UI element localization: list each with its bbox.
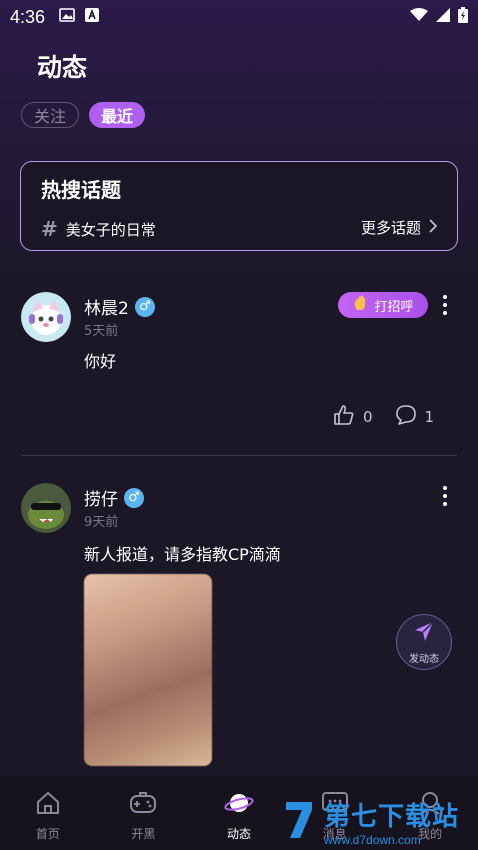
image-icon — [59, 7, 75, 27]
like-button[interactable]: 0 — [333, 404, 373, 430]
header-gradient — [0, 0, 478, 300]
nav-home[interactable]: 首页 — [13, 790, 83, 842]
wave-hand-icon — [352, 294, 370, 316]
watermark-logo-icon — [282, 798, 318, 846]
signal-icon — [436, 7, 450, 27]
nav-label: 首页 — [35, 827, 60, 841]
planet-icon — [224, 790, 254, 819]
post-image[interactable] — [84, 574, 212, 766]
status-time: 4:36 — [10, 6, 46, 27]
tab-following[interactable]: 关注 — [21, 102, 80, 128]
male-gender-icon: ♂ — [124, 487, 144, 508]
post-time: 5天前 — [84, 324, 119, 339]
like-count: 0 — [363, 408, 373, 426]
more-topics-link[interactable]: 更多话题 — [360, 217, 438, 238]
more-options-icon[interactable] — [438, 486, 452, 506]
hashtag-icon: # — [41, 217, 58, 241]
hot-topic-item[interactable]: # 美女子的日常 — [41, 217, 156, 241]
nav-label: 开黑 — [131, 827, 156, 841]
nav-gaming[interactable]: 开黑 — [108, 790, 178, 842]
comment-count: 1 — [424, 408, 435, 426]
battery-icon — [458, 6, 468, 28]
avatar[interactable] — [21, 483, 71, 533]
post-text: 你好 — [84, 352, 117, 371]
fab-label: 发动态 — [409, 654, 439, 665]
username-text: 捞仔 — [84, 490, 118, 510]
gamepad-icon — [129, 790, 157, 819]
wifi-icon — [410, 7, 428, 27]
post-time: 9天前 — [84, 515, 119, 530]
comment-icon — [395, 404, 417, 430]
divider — [21, 455, 457, 456]
hot-topics-title: 热搜话题 — [41, 178, 121, 202]
greet-button[interactable]: 打招呼 — [338, 292, 428, 318]
post-item: 林晨2 ♂ 5天前 打招呼 你好 0 1 — [0, 290, 478, 460]
watermark-title: 第七下载站 — [324, 802, 460, 832]
post-username[interactable]: 捞仔 ♂ — [84, 485, 144, 510]
male-gender-icon: ♂ — [134, 296, 155, 317]
hot-topic-label: 美女子的日常 — [65, 220, 156, 239]
watermark: 第七下载站 www.d7down.com — [282, 796, 459, 847]
tab-recent[interactable]: 最近 — [89, 102, 146, 128]
post-dynamic-button[interactable]: 发动态 — [396, 614, 452, 670]
post-username[interactable]: 林晨2 ♂ — [84, 294, 155, 319]
more-topics-label: 更多话题 — [360, 219, 421, 237]
thumbs-up-icon — [333, 404, 355, 430]
page-title: 动态 — [37, 53, 88, 82]
nav-label: 动态 — [226, 827, 251, 841]
watermark-url: www.d7down.com — [324, 833, 421, 847]
username-text: 林晨2 — [84, 299, 129, 319]
feed-tabs: 关注 最近 — [21, 102, 146, 128]
more-options-icon[interactable] — [438, 295, 452, 315]
home-icon — [35, 790, 61, 819]
avatar[interactable] — [21, 292, 71, 342]
greet-label: 打招呼 — [374, 299, 414, 315]
chevron-right-icon — [429, 218, 438, 237]
status-bar: 4:36 — [0, 0, 478, 34]
send-icon — [411, 619, 437, 648]
post-text: 新人报道，请多指教CP滴滴 — [84, 545, 281, 564]
comment-button[interactable]: 1 — [395, 404, 435, 430]
post-actions: 0 1 — [333, 404, 448, 430]
app-notification-icon — [85, 7, 100, 27]
nav-dynamic[interactable]: 动态 — [204, 790, 274, 842]
hot-topics-card[interactable]: 热搜话题 # 美女子的日常 更多话题 — [20, 161, 458, 251]
